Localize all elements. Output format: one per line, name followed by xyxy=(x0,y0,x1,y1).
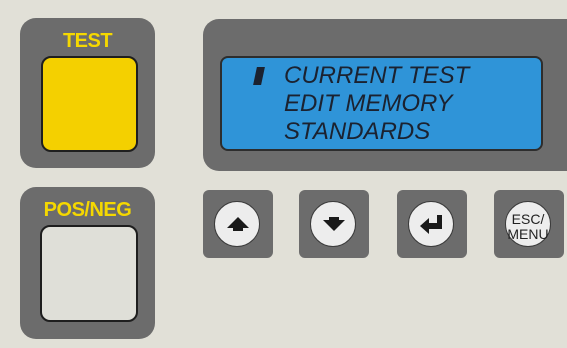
up-button[interactable] xyxy=(203,190,273,258)
menu-item-standards[interactable]: STANDARDS xyxy=(284,118,430,146)
menu-item-edit-memory[interactable]: EDIT MEMORY xyxy=(284,90,452,118)
esc-menu-button[interactable]: ESC/ MENU xyxy=(494,190,564,258)
display-panel: CURRENT TEST EDIT MEMORY STANDARDS xyxy=(203,19,567,171)
test-label: TEST xyxy=(62,30,113,52)
posneg-panel: POS/NEG xyxy=(20,187,155,339)
test-panel: TEST xyxy=(20,18,155,168)
arrow-down-icon xyxy=(323,217,345,231)
enter-icon xyxy=(420,215,442,234)
posneg-label: POS/NEG xyxy=(43,199,132,221)
esc-label: ESC/ xyxy=(511,211,545,227)
arrow-up-icon xyxy=(227,217,249,231)
esc-menu-label: ESC/ MENU xyxy=(506,212,550,242)
lcd-screen: CURRENT TEST EDIT MEMORY STANDARDS xyxy=(220,56,543,151)
menu-item-current-test[interactable]: CURRENT TEST xyxy=(284,62,469,90)
block-cursor-icon xyxy=(253,67,265,85)
down-button[interactable] xyxy=(299,190,369,258)
enter-button[interactable] xyxy=(397,190,467,258)
posneg-button[interactable] xyxy=(40,225,138,322)
menu-label: MENU xyxy=(507,226,549,242)
test-button[interactable] xyxy=(41,56,138,152)
esc-menu-button-face[interactable]: ESC/ MENU xyxy=(505,201,551,247)
